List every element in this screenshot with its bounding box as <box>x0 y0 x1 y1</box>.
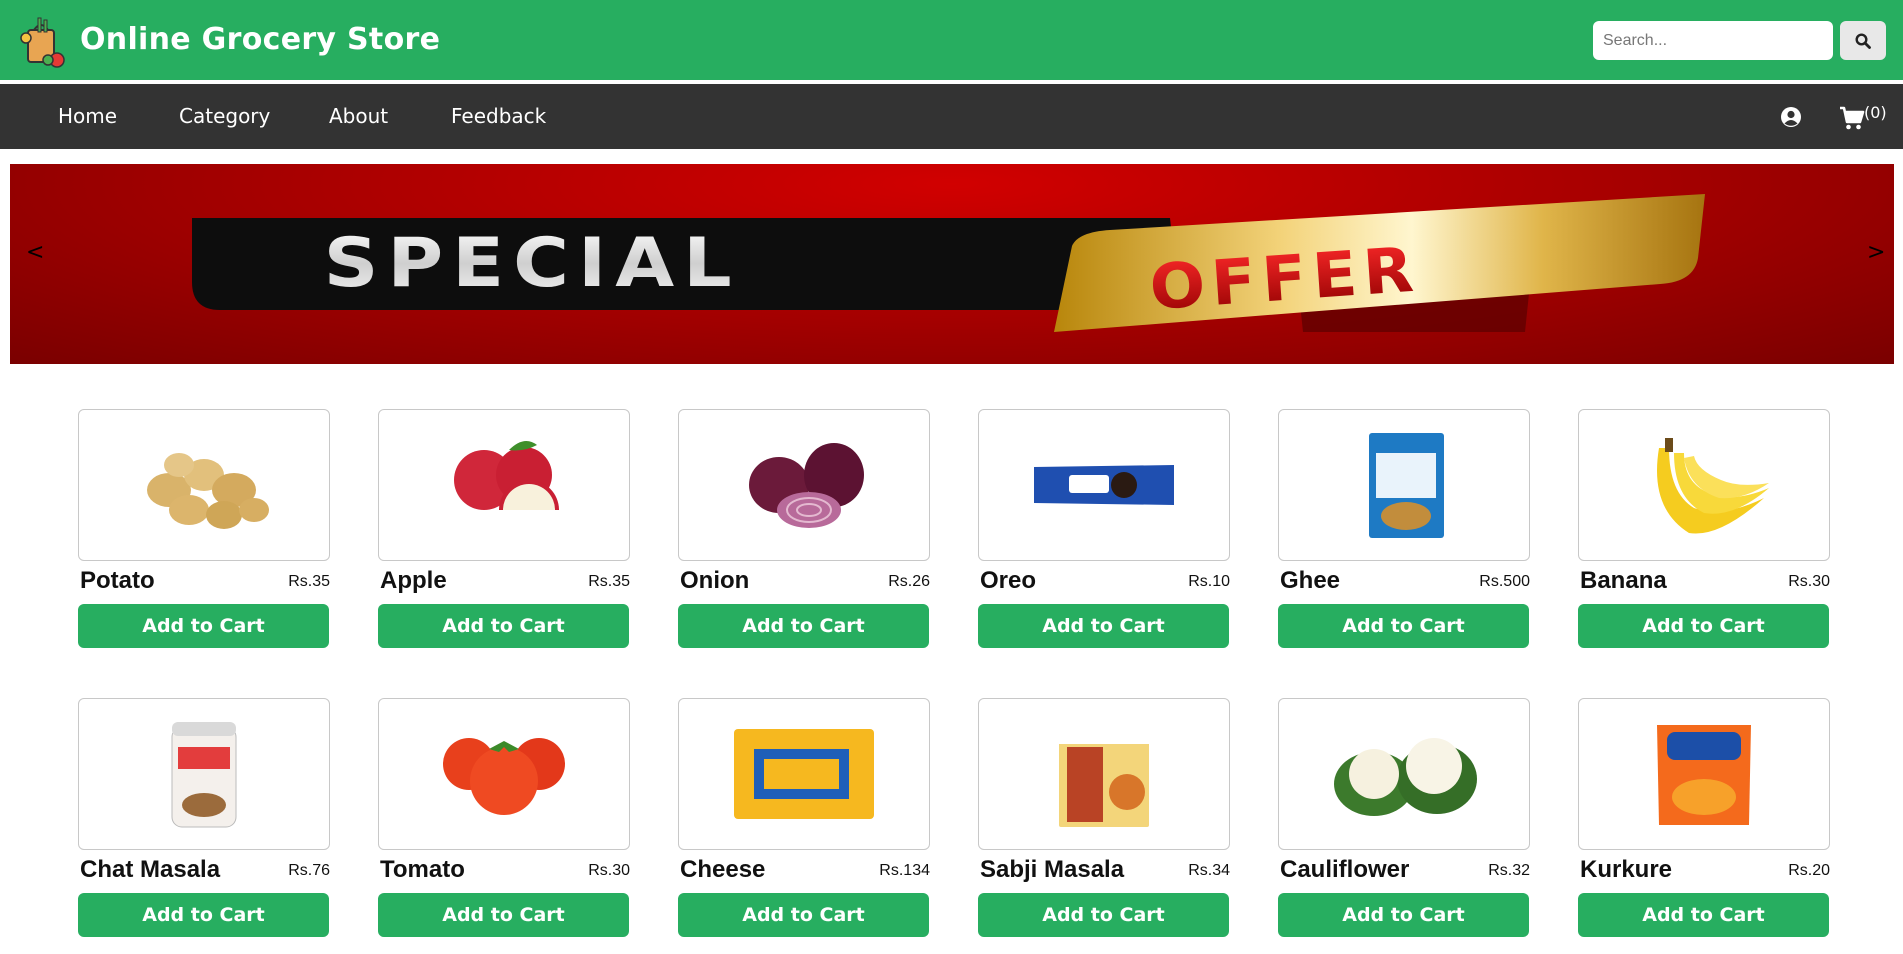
product-name: Sabji Masala <box>980 856 1125 883</box>
product-image[interactable] <box>378 409 630 561</box>
cheese-pack-icon <box>734 729 874 819</box>
grocery-bag-icon <box>20 17 65 68</box>
product-image[interactable] <box>1578 698 1830 850</box>
apple-icon <box>454 441 559 510</box>
product-price: Rs.20 <box>1788 862 1830 879</box>
product-price: Rs.35 <box>588 573 630 590</box>
user-circle-icon[interactable] <box>1780 106 1802 128</box>
main-nav: Home Category About Feedback <box>0 84 1903 149</box>
product-name: Oreo <box>980 567 1037 594</box>
nav-about[interactable]: About <box>329 84 388 149</box>
top-header: Online Grocery Store <box>0 0 1903 82</box>
product-name: Ghee <box>1280 567 1341 594</box>
cart-icon[interactable] <box>1839 105 1865 131</box>
product-name: Potato <box>80 567 155 594</box>
search-icon <box>1855 32 1871 49</box>
cauliflower-icon <box>1334 738 1477 816</box>
product-name: Tomato <box>380 856 465 883</box>
add-to-cart-button[interactable]: Add to Cart <box>678 604 929 648</box>
product-image[interactable] <box>1278 698 1530 850</box>
product-price: Rs.76 <box>288 862 330 879</box>
ghee-pack-icon <box>1369 432 1444 538</box>
product-image[interactable] <box>78 698 330 850</box>
product-image[interactable] <box>78 409 330 561</box>
potato-icon <box>147 453 269 529</box>
add-to-cart-button[interactable]: Add to Cart <box>1278 604 1529 648</box>
product-image[interactable] <box>378 698 630 850</box>
product-image[interactable] <box>678 409 930 561</box>
add-to-cart-button[interactable]: Add to Cart <box>978 604 1229 648</box>
product-price: Rs.32 <box>1488 862 1530 879</box>
add-to-cart-button[interactable]: Add to Cart <box>378 604 629 648</box>
biscuit-pack-icon <box>1034 465 1174 505</box>
add-to-cart-button[interactable]: Add to Cart <box>678 893 929 937</box>
add-to-cart-button[interactable]: Add to Cart <box>78 604 329 648</box>
product-name: Cheese <box>680 856 766 883</box>
product-name: Chat Masala <box>80 856 221 883</box>
banner-prev-arrow[interactable]: < <box>26 240 44 265</box>
add-to-cart-button[interactable]: Add to Cart <box>378 893 629 937</box>
product-name: Apple <box>380 567 447 594</box>
product-price: Rs.34 <box>1188 862 1230 879</box>
product-image[interactable] <box>1578 409 1830 561</box>
product-image[interactable] <box>978 409 1230 561</box>
snack-pack-icon <box>1657 724 1751 825</box>
search-input[interactable] <box>1593 21 1833 60</box>
nav-feedback[interactable]: Feedback <box>451 84 546 149</box>
spice-jar-icon <box>171 721 237 827</box>
product-price: Rs.26 <box>888 573 930 590</box>
add-to-cart-button[interactable]: Add to Cart <box>1278 893 1529 937</box>
product-name: Banana <box>1580 567 1667 594</box>
add-to-cart-button[interactable]: Add to Cart <box>978 893 1229 937</box>
brand-title[interactable]: Online Grocery Store <box>80 22 440 57</box>
add-to-cart-button[interactable]: Add to Cart <box>78 893 329 937</box>
product-price: Rs.134 <box>879 862 930 879</box>
product-price: Rs.10 <box>1188 573 1230 590</box>
product-name: Cauliflower <box>1280 856 1410 883</box>
special-offer-banner: SPECIAL OFFER <box>10 164 1894 364</box>
cart-count-badge[interactable]: (0) <box>1864 103 1887 122</box>
product-image[interactable] <box>1278 409 1530 561</box>
product-image[interactable] <box>978 698 1230 850</box>
search-button[interactable] <box>1840 21 1886 60</box>
product-price: Rs.35 <box>288 573 330 590</box>
banner-special-text: SPECIAL <box>324 224 741 303</box>
banana-icon <box>1657 437 1769 534</box>
product-image[interactable] <box>678 698 930 850</box>
nav-home[interactable]: Home <box>58 84 117 149</box>
add-to-cart-button[interactable]: Add to Cart <box>1578 604 1829 648</box>
product-name: Onion <box>680 567 750 594</box>
product-name: Kurkure <box>1580 856 1673 883</box>
onion-icon <box>749 443 864 528</box>
banner-next-arrow[interactable]: > <box>1867 240 1885 265</box>
product-price: Rs.500 <box>1479 573 1530 590</box>
add-to-cart-button[interactable]: Add to Cart <box>1578 893 1829 937</box>
nav-category[interactable]: Category <box>179 84 270 149</box>
product-price: Rs.30 <box>588 862 630 879</box>
product-price: Rs.30 <box>1788 573 1830 590</box>
special-offer-artwork: SPECIAL OFFER <box>192 194 1705 332</box>
tomato-icon <box>443 738 565 815</box>
masala-box-icon <box>1059 721 1149 827</box>
